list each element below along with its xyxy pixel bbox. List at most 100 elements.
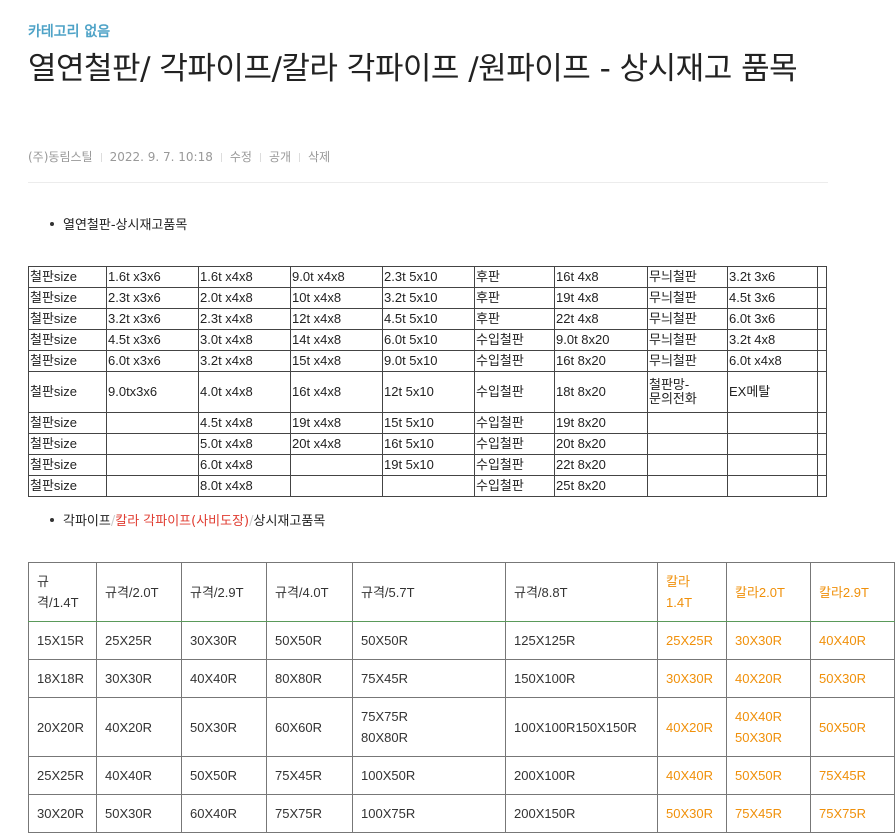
- table-cell: 80X80R: [266, 659, 353, 698]
- table-cell: 19t x4x8: [290, 412, 383, 434]
- table-row: 30X20R 50X30R 60X40R 75X75R 100X75R 200X150R 5…: [28, 794, 895, 833]
- post-date: 2022. 9. 7. 10:18: [109, 150, 213, 164]
- table-cell: 125X125R: [505, 621, 658, 660]
- table-cell: 40X20R: [726, 659, 811, 698]
- table-cell: 15X15R: [28, 621, 97, 660]
- visibility-link[interactable]: 공개: [269, 148, 291, 165]
- table-cell: [817, 371, 827, 413]
- table-cell: [290, 454, 383, 476]
- table-cell: 철판망- 문의전화: [647, 371, 728, 413]
- table-cell: 4.5t x3x6: [106, 329, 199, 351]
- table-cell: 200X100R: [505, 756, 658, 795]
- meta-divider: [220, 153, 222, 162]
- table-cell: 6.0t x4x8: [198, 454, 291, 476]
- table-cell: 16t 4x8: [554, 266, 648, 288]
- table-cell: 철판size: [28, 475, 107, 497]
- table-cell: 무늬철판: [647, 308, 728, 330]
- table-cell: 50X30R: [810, 659, 895, 698]
- table-cell: 50X30R: [96, 794, 182, 833]
- column-header: 규격/5.7T: [352, 562, 506, 622]
- steel-plate-table: 철판size 1.6t x3x6 1.6t x4x8 9.0t x4x8 2.3t 5x…: [28, 266, 827, 497]
- table-cell: 무늬철판: [647, 329, 728, 351]
- column-header: 규격/2.9T: [181, 562, 267, 622]
- table-cell: 4.5t 3x6: [727, 287, 818, 309]
- table-cell: 75X75R: [266, 794, 353, 833]
- table-cell: 200X150R: [505, 794, 658, 833]
- table-cell: 50X50R: [352, 621, 506, 660]
- table-cell: [647, 433, 728, 455]
- table-cell: 무늬철판: [647, 350, 728, 372]
- bullet-text: 열연철판-상시재고품목: [63, 218, 188, 233]
- table-cell: 25X25R: [28, 756, 97, 795]
- table-cell: 3.2t x3x6: [106, 308, 199, 330]
- table-cell: 3.2t 5x10: [382, 287, 475, 309]
- table-cell: 19t 5x10: [382, 454, 475, 476]
- table-cell: 수입철판: [474, 371, 555, 413]
- table-cell: 3.2t 4x8: [727, 329, 818, 351]
- table-cell: 18t 8x20: [554, 371, 648, 413]
- table-row: 철판size 8.0t x4x8 수입철판 25t 8x20: [28, 475, 827, 497]
- bullet-steel-plate: 열연철판-상시재고품목: [50, 214, 187, 233]
- table-cell: [727, 433, 818, 455]
- table-cell: [817, 454, 827, 476]
- table-cell: EX메탈: [727, 371, 818, 413]
- table-cell: 18X18R: [28, 659, 97, 698]
- table-cell: 30X20R: [28, 794, 97, 833]
- table-cell: 40X40R: [657, 756, 727, 795]
- column-header: 칼라 1.4T: [657, 562, 727, 622]
- table-cell: 후판: [474, 287, 555, 309]
- table-cell: 40X40R 50X30R: [726, 697, 811, 757]
- post-author[interactable]: (주)동림스틸: [28, 148, 93, 165]
- table-cell: 16t 8x20: [554, 350, 648, 372]
- table-row: 철판size 6.0t x4x8 19t 5x10 수입철판 22t 8x20: [28, 454, 827, 476]
- table-cell: 무늬철판: [647, 287, 728, 309]
- table-cell: 철판size: [28, 266, 107, 288]
- table-cell: 75X45R: [810, 756, 895, 795]
- table-cell: 60X60R: [266, 697, 353, 757]
- edit-link[interactable]: 수정: [230, 148, 252, 165]
- table-cell: [727, 475, 818, 497]
- table-cell: 50X30R: [181, 697, 267, 757]
- table-cell: 15t 5x10: [382, 412, 475, 434]
- table-cell: 150X100R: [505, 659, 658, 698]
- table-row: 15X15R 25X25R 30X30R 50X50R 50X50R 125X125R 25…: [28, 621, 895, 660]
- delete-link[interactable]: 삭제: [308, 148, 330, 165]
- table-cell: 50X50R: [810, 697, 895, 757]
- table-cell: 수입철판: [474, 475, 555, 497]
- table-row: 18X18R 30X30R 40X40R 80X80R 75X45R 150X100R 30…: [28, 659, 895, 698]
- table-row: 철판size 1.6t x3x6 1.6t x4x8 9.0t x4x8 2.3t 5x…: [28, 266, 827, 288]
- bullet-text-stock: 상시재고품목: [253, 514, 326, 529]
- meta-divider: [259, 153, 261, 162]
- table-cell: [647, 412, 728, 434]
- table-cell: 6.0t x4x8: [727, 350, 818, 372]
- bullet-text-color-pipe: 칼라 각파이프(사비도장): [115, 514, 250, 529]
- table-cell: 12t x4x8: [290, 308, 383, 330]
- table-cell: 22t 8x20: [554, 454, 648, 476]
- table-cell: 6.0t x3x6: [106, 350, 199, 372]
- table-row: 철판size 9.0tx3x6 4.0t x4x8 16t x4x8 12t 5x10 수…: [28, 371, 827, 413]
- table-cell: 50X50R: [726, 756, 811, 795]
- table-cell: 25X25R: [96, 621, 182, 660]
- table-cell: 40X20R: [657, 697, 727, 757]
- table-cell: 후판: [474, 308, 555, 330]
- table-cell: 30X30R: [96, 659, 182, 698]
- table-cell: 철판size: [28, 329, 107, 351]
- column-header: 규격/8.8T: [505, 562, 658, 622]
- table-cell: [817, 329, 827, 351]
- table-cell: 25t 8x20: [554, 475, 648, 497]
- table-cell: 철판size: [28, 350, 107, 372]
- table-cell: 75X75R: [810, 794, 895, 833]
- table-cell: [817, 433, 827, 455]
- post-category[interactable]: 카테고리 없음: [28, 21, 110, 41]
- table-cell: 20X20R: [28, 697, 97, 757]
- table-cell: 75X45R: [352, 659, 506, 698]
- column-header: 칼라2.0T: [726, 562, 811, 622]
- table-row: 철판size 5.0t x4x8 20t x4x8 16t 5x10 수입철판 20t 8…: [28, 433, 827, 455]
- table-cell: 철판size: [28, 454, 107, 476]
- table-cell: 75X45R: [266, 756, 353, 795]
- table-cell: [647, 475, 728, 497]
- table-cell: 5.0t x4x8: [198, 433, 291, 455]
- table-cell: 8.0t x4x8: [198, 475, 291, 497]
- table-row: 25X25R 40X40R 50X50R 75X45R 100X50R 200X100R 4…: [28, 756, 895, 795]
- table-cell: 19t 4x8: [554, 287, 648, 309]
